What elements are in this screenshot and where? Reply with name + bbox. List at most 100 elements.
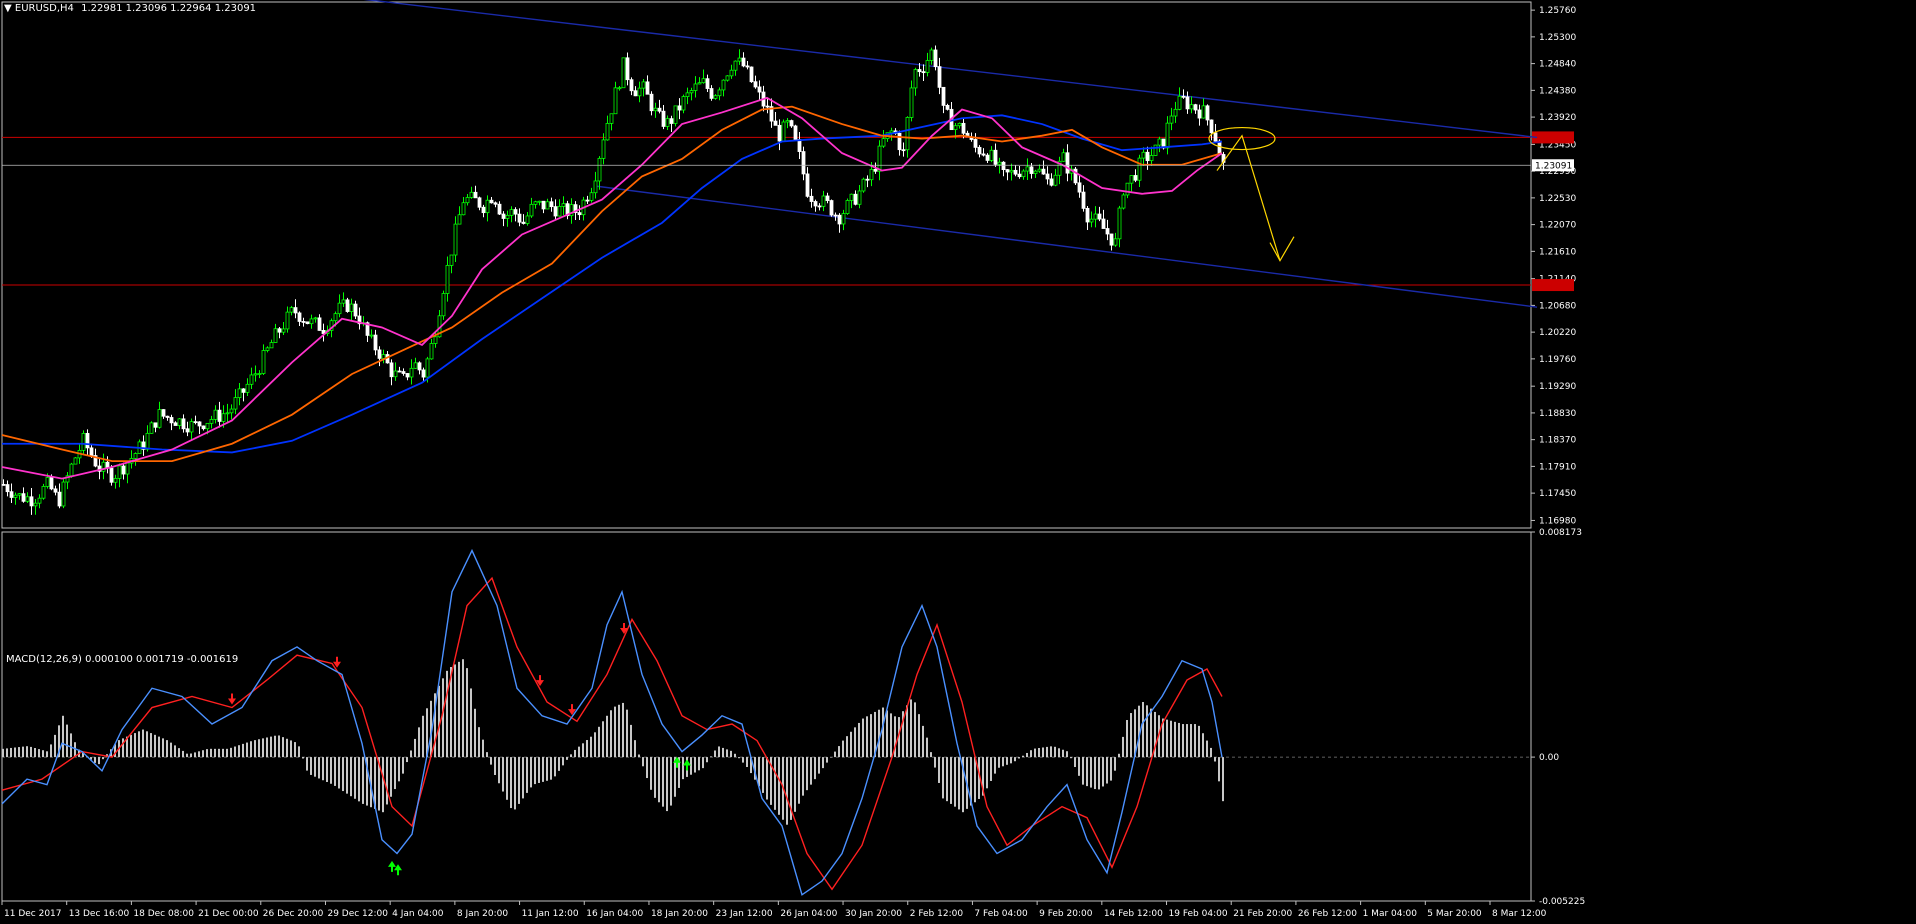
bull-candle	[225, 412, 230, 415]
channel-upper-line[interactable]	[352, 0, 1538, 139]
histogram-bar	[1038, 748, 1040, 758]
histogram-bar	[986, 757, 988, 789]
price-panel[interactable]: 1.257601.253001.248401.243801.239201.234…	[1, 0, 1576, 529]
histogram-bar	[742, 757, 744, 763]
histogram-bar	[630, 724, 632, 758]
histogram-bar	[718, 746, 720, 758]
bull-candle	[509, 209, 514, 216]
histogram-bar	[1178, 722, 1180, 758]
histogram-bar	[398, 757, 400, 782]
macd-panel[interactable]: 11 Dec 2017 13 Dec 16:00 18 Dec 08:00 21 De…	[1, 528, 1585, 919]
histogram-bar	[518, 757, 520, 804]
histogram-bar	[334, 757, 336, 786]
bear-candle	[1193, 104, 1198, 111]
bull-candle	[113, 477, 118, 483]
histogram-bar	[262, 738, 264, 758]
histogram-bar	[830, 757, 832, 758]
bear-candle	[917, 69, 922, 73]
histogram-bar	[46, 751, 48, 758]
bull-candle	[693, 83, 698, 91]
bull-candle	[133, 453, 138, 459]
bear-candle	[5, 484, 10, 493]
histogram-bar	[806, 757, 808, 791]
bull-candle	[681, 96, 686, 111]
histogram-bar	[314, 757, 316, 777]
histogram-bar	[1018, 757, 1020, 759]
bull-candle	[453, 223, 458, 256]
histogram-bar	[458, 661, 460, 758]
bear-candle	[649, 93, 654, 112]
histogram-bar	[658, 757, 660, 803]
bull-candle	[1201, 105, 1206, 119]
histogram-bar	[330, 757, 332, 784]
bull-candle	[393, 370, 398, 378]
bear-candle	[1217, 140, 1222, 155]
bear-candle	[89, 447, 94, 456]
bull-candle	[997, 161, 1002, 165]
bear-candle	[921, 71, 926, 74]
bear-candle	[1209, 119, 1214, 134]
histogram-bar	[574, 749, 576, 758]
bear-candle	[705, 78, 710, 89]
histogram-bar	[1042, 747, 1044, 758]
histogram-bar	[602, 721, 604, 758]
histogram-bar	[1074, 757, 1076, 768]
annotation-arrow[interactable]	[1216, 134, 1281, 261]
bear-candle	[1081, 191, 1086, 209]
bull-candle	[653, 107, 658, 112]
histogram-bar	[614, 706, 616, 758]
bull-candle	[265, 347, 270, 351]
bear-candle	[29, 496, 34, 507]
bear-candle	[941, 86, 946, 106]
histogram-bar	[598, 726, 600, 758]
bull-candle	[45, 477, 50, 487]
histogram-bar	[98, 757, 100, 765]
bear-candle	[297, 312, 302, 322]
bear-candle	[1013, 169, 1018, 175]
histogram-bar	[1126, 720, 1128, 758]
trading-chart[interactable]: 1.257601.253001.248401.243801.239201.234…	[0, 0, 1916, 924]
histogram-bar	[662, 757, 664, 807]
bull-candle	[237, 388, 242, 398]
bull-candle	[989, 149, 994, 161]
bear-candle	[1085, 207, 1090, 223]
histogram-bar	[762, 757, 764, 793]
histogram-bar	[166, 740, 168, 758]
histogram-bar	[442, 678, 444, 758]
histogram-bar	[6, 748, 8, 758]
bull-candle	[737, 57, 742, 62]
bull-candle	[861, 178, 866, 192]
collapse-triangle-icon[interactable]: ▼	[4, 3, 12, 14]
bull-candle	[729, 69, 734, 77]
histogram-bar	[402, 757, 404, 774]
bear-candle	[993, 149, 998, 165]
bear-candle	[757, 86, 762, 93]
histogram-bar	[890, 713, 892, 758]
histogram-bar	[94, 757, 96, 763]
bear-candle	[853, 193, 858, 205]
bear-candle	[1109, 233, 1114, 246]
histogram-bar	[234, 746, 236, 758]
histogram-bar	[270, 736, 272, 758]
histogram-bar	[1170, 720, 1172, 758]
histogram-bar	[1122, 736, 1124, 758]
annotation-ellipse[interactable]	[1208, 126, 1276, 151]
bull-candle	[469, 191, 474, 198]
macd-label: MACD(12,26,9) 0.000100 0.001719 -0.00161…	[6, 654, 239, 665]
bull-candle	[117, 465, 122, 479]
histogram-bar	[926, 737, 928, 758]
bull-candle	[701, 78, 706, 84]
histogram-bar	[706, 757, 708, 763]
bull-candle	[1121, 194, 1126, 209]
bull-candle	[929, 49, 934, 61]
histogram-bar	[186, 753, 188, 758]
bear-candle	[1065, 152, 1070, 174]
bull-candle	[689, 90, 694, 94]
histogram-bar	[390, 757, 392, 797]
bear-candle	[421, 369, 426, 378]
x-tick-label: 9 Feb 20:00	[1039, 909, 1093, 919]
x-tick-label: 1 Mar 04:00	[1363, 909, 1418, 919]
channel-lower-line[interactable]	[596, 185, 1538, 308]
histogram-bar	[478, 727, 480, 758]
bear-candle	[53, 488, 58, 493]
